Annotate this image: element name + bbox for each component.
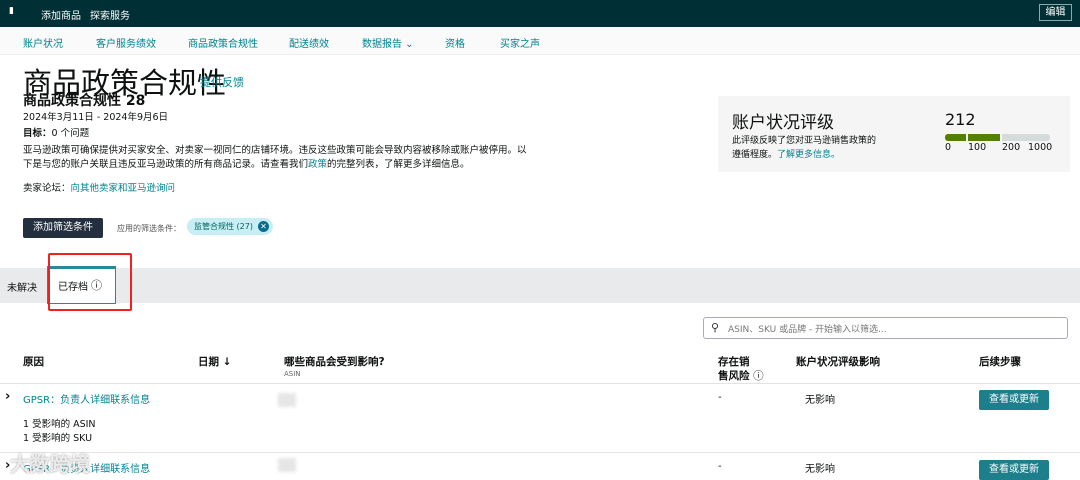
affected-asin-count: 1 受影响的 ASIN	[23, 418, 96, 432]
bookmark-icon[interactable]: ▮	[9, 6, 14, 16]
text: 的完整列表，了解更多详细信息。	[327, 159, 470, 170]
goal-label: 目标：	[23, 128, 52, 139]
policy-link[interactable]: 政策	[308, 159, 327, 170]
filter-chip-label: 监管合规性 (27)	[194, 222, 253, 231]
feedback-link[interactable]: 提供反馈	[200, 74, 244, 90]
description-line: 下是与您的账户关联且违反亚马逊政策的所有商品记录。请查看我们政策的完整列表，了解…	[23, 158, 543, 172]
search-placeholder: ASIN、SKU 或品牌 - 开始输入以筛选...	[728, 325, 887, 335]
expand-chevron-icon[interactable]: ›	[5, 389, 10, 404]
col-risk: 存在销	[718, 354, 750, 369]
nav-customer-service[interactable]: 客户服务绩效	[96, 35, 156, 50]
scale-200: 200	[1002, 141, 1020, 155]
description-line: 亚马逊政策可确保提供对买家安全、对卖家一视同仁的店铺环境。违反这些政策可能会导致…	[23, 144, 543, 158]
help-icon[interactable]: ⓘ	[753, 370, 764, 382]
rating-title: 账户状况评级	[732, 108, 834, 133]
rating-bar-segment	[1002, 134, 1050, 141]
highlight-box	[48, 253, 132, 311]
nav-shipping[interactable]: 配送绩效	[289, 35, 329, 50]
col-asin-sub: ASIN	[284, 370, 301, 378]
rating-score: 212	[945, 110, 976, 129]
scale-100: 100	[968, 141, 986, 155]
asin-thumbnail	[278, 458, 296, 472]
col-date[interactable]: 日期 ↓	[198, 354, 231, 369]
col-reason: 原因	[23, 354, 44, 369]
col-risk[interactable]: 售风险 ⓘ	[718, 368, 764, 383]
top-bar: ▮ 添加商品 探索服务 编辑	[0, 0, 1080, 27]
date-range: 2024年3月11日 - 2024年9月6日	[23, 111, 168, 125]
reason-link[interactable]: GPSR：负责人详细联系信息	[23, 391, 150, 406]
text: 下是与您的账户关联且违反亚马逊政策的所有商品记录。请查看我们	[23, 159, 308, 170]
nav-bar: 账户状况 客户服务绩效 商品政策合规性 配送绩效 数据报告 ⌄ 资格 买家之声	[0, 27, 1080, 55]
nav-reports[interactable]: 数据报告 ⌄	[362, 35, 414, 50]
goal-value: 0 个问题	[52, 128, 90, 139]
description: 亚马逊政策可确保提供对买家安全、对卖家一视同仁的店铺环境。违反这些政策可能会导致…	[23, 144, 543, 172]
watermark: 大数跨境	[10, 448, 90, 477]
col-affected: 哪些商品会受到影响?	[284, 354, 385, 369]
risk-value: -	[718, 392, 722, 403]
scale-1000: 1000	[1028, 141, 1052, 155]
goal: 目标：0 个问题	[23, 127, 89, 141]
search-icon: ⚲	[711, 321, 719, 334]
view-or-update-button[interactable]: 查看或更新	[979, 390, 1049, 410]
nav-voice-of-customer[interactable]: 买家之声	[500, 35, 540, 50]
account-health-rating-card: 账户状况评级 此评级反映了您对亚马逊销售政策的 遵循程度。了解更多信息。 212…	[718, 96, 1070, 172]
rating-bar-segment	[968, 134, 1000, 141]
explore-services-link[interactable]: 探索服务	[90, 7, 130, 22]
col-next-steps: 后续步骤	[979, 354, 1021, 369]
learn-more-link[interactable]: 了解更多信息。	[777, 150, 840, 160]
seller-forum: 卖家论坛：向其他卖家和亚马逊询问	[23, 182, 175, 196]
tab-unresolved[interactable]: 未解决	[7, 279, 37, 294]
rating-desc: 遵循程度。	[732, 150, 777, 160]
col-impact[interactable]: 账户状况评级影响	[796, 354, 880, 369]
page-subtitle: 商品政策合规性 28	[23, 90, 145, 110]
tab-bar	[0, 268, 1080, 303]
divider	[0, 383, 1080, 384]
divider	[0, 452, 1080, 453]
remove-filter-icon[interactable]: ✕	[258, 221, 269, 232]
risk-value: -	[718, 461, 722, 472]
affected-sku-count: 1 受影响的 SKU	[23, 432, 92, 446]
col-risk-label: 售风险	[718, 370, 750, 382]
nav-product-policy[interactable]: 商品政策合规性	[188, 35, 258, 50]
nav-eligibility[interactable]: 资格	[445, 35, 465, 50]
rating-bar-segment	[945, 134, 966, 141]
impact-value: 无影响	[805, 460, 835, 475]
add-filter-button[interactable]: 添加筛选条件	[23, 218, 103, 238]
rating-desc: 此评级反映了您对亚马逊销售政策的	[732, 134, 876, 148]
scale-0: 0	[945, 141, 951, 155]
applied-filters-label: 应用的筛选条件：	[117, 223, 181, 234]
asin-thumbnail	[278, 393, 296, 407]
filter-chip[interactable]: 监管合规性 (27) ✕	[187, 218, 273, 235]
search-input[interactable]: ⚲ ASIN、SKU 或品牌 - 开始输入以筛选...	[703, 317, 1068, 339]
view-or-update-button[interactable]: 查看或更新	[979, 460, 1049, 480]
forum-link[interactable]: 向其他卖家和亚马逊询问	[71, 183, 176, 194]
nav-account-health[interactable]: 账户状况	[23, 35, 63, 50]
impact-value: 无影响	[805, 391, 835, 406]
add-product-link[interactable]: 添加商品	[41, 7, 81, 22]
edit-button[interactable]: 编辑	[1039, 4, 1072, 21]
forum-label: 卖家论坛：	[23, 183, 71, 194]
